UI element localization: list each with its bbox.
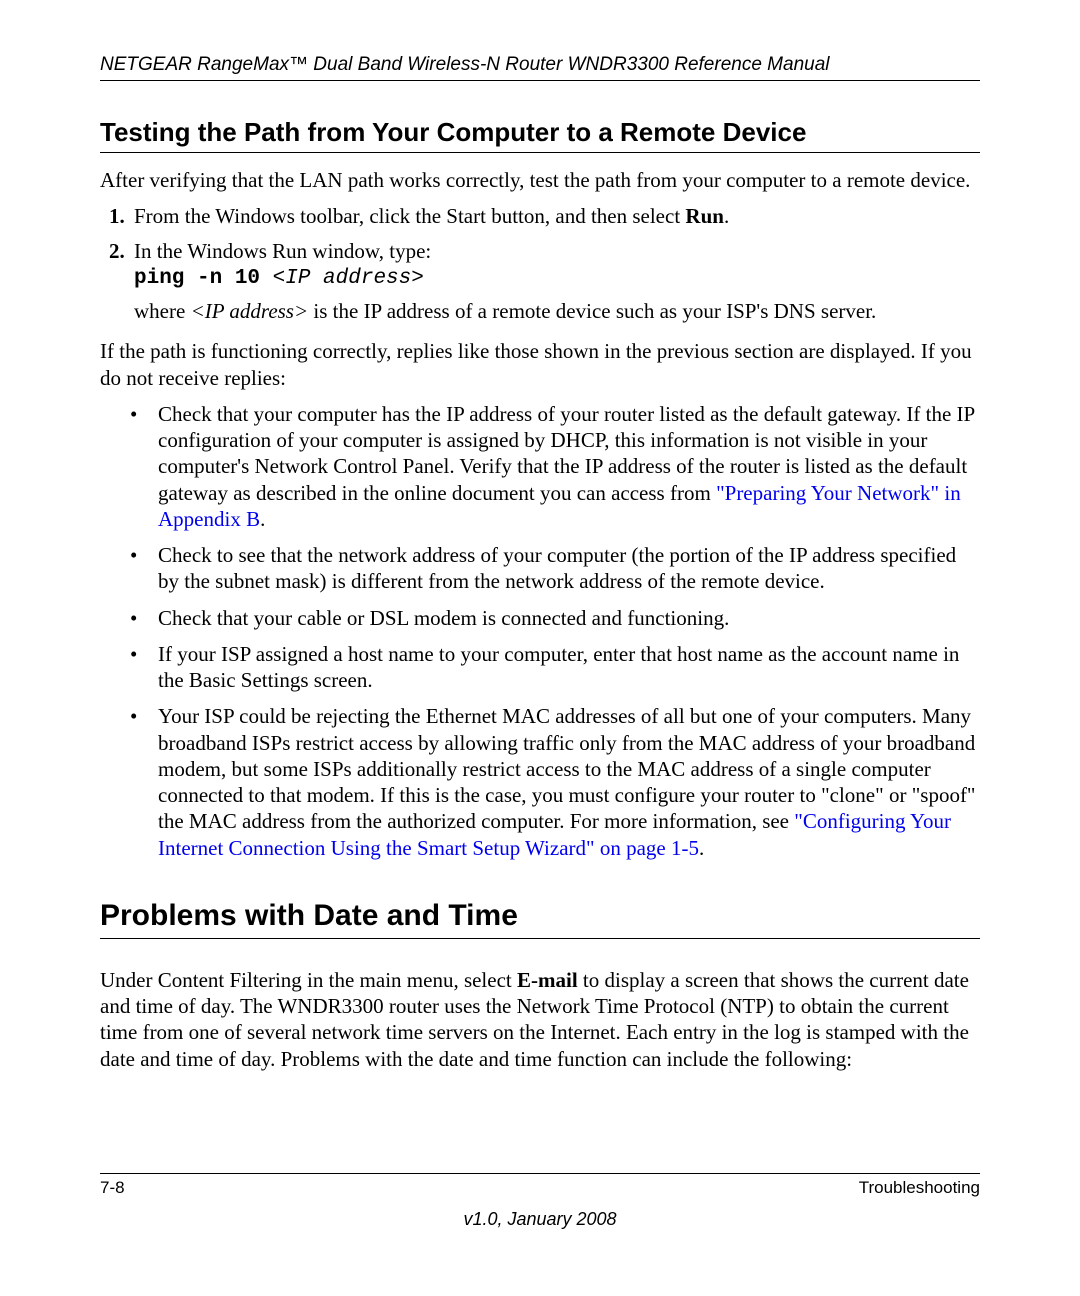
ping-command-arg: <IP address> xyxy=(273,267,424,290)
step-1: From the Windows toolbar, click the Star… xyxy=(130,203,980,229)
intro-paragraph: After verifying that the LAN path works … xyxy=(100,167,980,193)
b1-tail: . xyxy=(260,507,265,531)
troubleshoot-bullets: Check that your computer has the IP addr… xyxy=(100,401,980,861)
where-c: is the IP address of a remote device suc… xyxy=(308,299,876,323)
ordered-steps: From the Windows toolbar, click the Star… xyxy=(100,203,980,324)
step-1-text-a: From the Windows toolbar, click the Star… xyxy=(134,204,685,228)
ping-command-bold: ping -n 10 xyxy=(134,267,273,290)
step-1-run: Run xyxy=(685,204,724,228)
step-2-text: In the Windows Run window, type: xyxy=(134,239,431,263)
footer-section: Troubleshooting xyxy=(859,1178,980,1198)
bullet-modem-connected: Check that your cable or DSL modem is co… xyxy=(130,605,980,631)
step-1-text-c: . xyxy=(724,204,729,228)
ping-command: ping -n 10 <IP address> xyxy=(134,266,980,292)
where-b: <IP address> xyxy=(191,299,309,323)
date-time-paragraph: Under Content Filtering in the main menu… xyxy=(100,967,980,1072)
dt-a: Under Content Filtering in the main menu… xyxy=(100,968,517,992)
bullet-host-name: If your ISP assigned a host name to your… xyxy=(130,641,980,694)
heading-testing-path: Testing the Path from Your Computer to a… xyxy=(100,117,980,153)
bullet-network-address: Check to see that the network address of… xyxy=(130,542,980,595)
heading-date-time: Problems with Date and Time xyxy=(100,899,980,939)
step-2: In the Windows Run window, type: ping -n… xyxy=(130,238,980,325)
step-2-where: where <IP address> is the IP address of … xyxy=(134,298,980,324)
running-header: NETGEAR RangeMax™ Dual Band Wireless-N R… xyxy=(100,54,980,81)
page-number: 7-8 xyxy=(100,1178,125,1198)
version-line: v1.0, January 2008 xyxy=(0,1209,1080,1230)
bullet-default-gateway: Check that your computer has the IP addr… xyxy=(130,401,980,532)
b5-tail: . xyxy=(699,836,704,860)
page-footer: 7-8 Troubleshooting xyxy=(100,1173,980,1198)
after-steps-paragraph: If the path is functioning correctly, re… xyxy=(100,338,980,391)
where-a: where xyxy=(134,299,191,323)
bullet-mac-address: Your ISP could be rejecting the Ethernet… xyxy=(130,703,980,861)
dt-email: E-mail xyxy=(517,968,578,992)
